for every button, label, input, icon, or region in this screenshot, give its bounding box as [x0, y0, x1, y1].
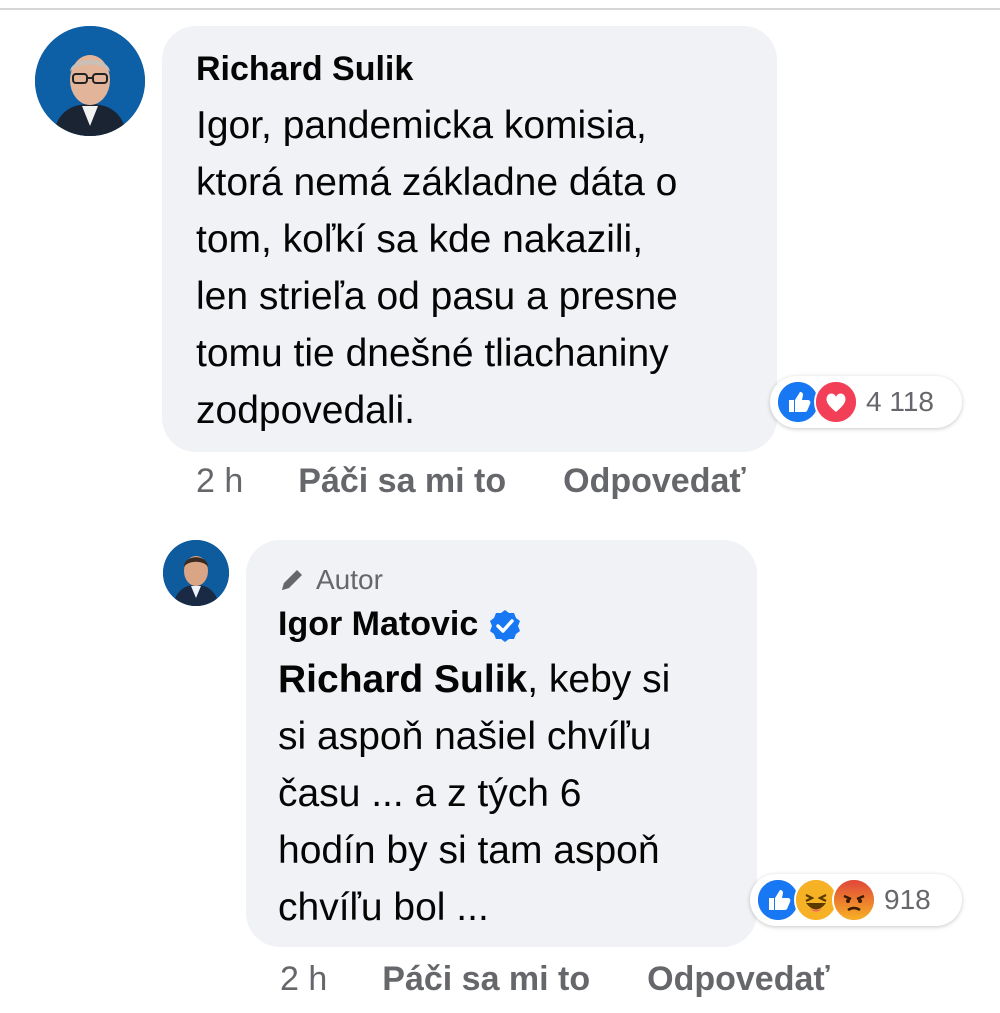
pencil-icon	[278, 566, 306, 594]
author-badge-label: Autor	[316, 564, 383, 595]
comment-text-line: času ... a z tých 6	[278, 772, 582, 815]
love-icon	[814, 380, 858, 424]
comment-text-line: hodín by si tam aspoň	[278, 829, 660, 872]
comment-author-name[interactable]: Richard Sulik	[196, 49, 413, 89]
like-button[interactable]: Páči sa mi to	[298, 462, 506, 501]
comment-text: Richard Sulik, keby si si aspoň našiel c…	[278, 651, 670, 936]
avatar-photo	[163, 540, 229, 606]
comment-text: Igor, pandemicka komisia, ktorá nemá zák…	[196, 97, 678, 439]
comment-text-line: tomu tie dnešné tliachaniny	[196, 332, 669, 375]
comment-text-line: len strieľa od pasu a presne	[196, 275, 678, 318]
comment-bubble: Richard Sulik Igor, pandemicka komisia, …	[162, 26, 777, 452]
reactions-count: 4 118	[866, 386, 934, 417]
avatar[interactable]	[35, 26, 145, 136]
author-badge: Autor	[278, 564, 383, 596]
reactions-summary[interactable]: 4 118	[770, 376, 962, 428]
avatar[interactable]	[163, 540, 229, 606]
reactions-summary[interactable]: 918	[750, 874, 962, 926]
comment-timestamp[interactable]: 2 h	[196, 462, 243, 501]
comment-bubble: Autor Igor Matovic Richard Sulik, keby s…	[246, 540, 757, 947]
reply-button[interactable]: Odpovedať	[647, 960, 830, 999]
comment-text-line: Richard Sulik, keby si	[278, 651, 670, 708]
comment-text-line: tom, koľkí sa kde nakazili,	[196, 218, 644, 261]
top-divider	[0, 8, 1000, 10]
comment-actions: 2 h Páči sa mi to Odpovedať	[196, 462, 746, 501]
comment-author-name-text[interactable]: Igor Matovic	[278, 605, 478, 643]
comment-text-line: zodpovedali.	[196, 389, 415, 432]
comment-author-name[interactable]: Igor Matovic	[278, 604, 522, 644]
comment-actions: 2 h Páči sa mi to Odpovedať	[280, 960, 830, 999]
angry-icon	[832, 878, 876, 922]
comment-text-line: si aspoň našiel chvíľu	[278, 715, 652, 758]
comment-text-line: Igor, pandemicka komisia,	[196, 104, 647, 147]
verified-badge-icon	[488, 609, 522, 643]
reply-button[interactable]: Odpovedať	[563, 462, 746, 501]
comment-text-line: ktorá nemá základne dáta o	[196, 161, 678, 204]
like-button[interactable]: Páči sa mi to	[382, 960, 590, 999]
comment-timestamp[interactable]: 2 h	[280, 960, 327, 999]
avatar-photo	[35, 26, 145, 136]
comment-text-line: chvíľu bol ...	[278, 886, 489, 929]
comment-text-fragment: , keby si	[527, 658, 671, 701]
mention-link[interactable]: Richard Sulik	[278, 658, 527, 701]
reactions-count: 918	[884, 884, 931, 915]
